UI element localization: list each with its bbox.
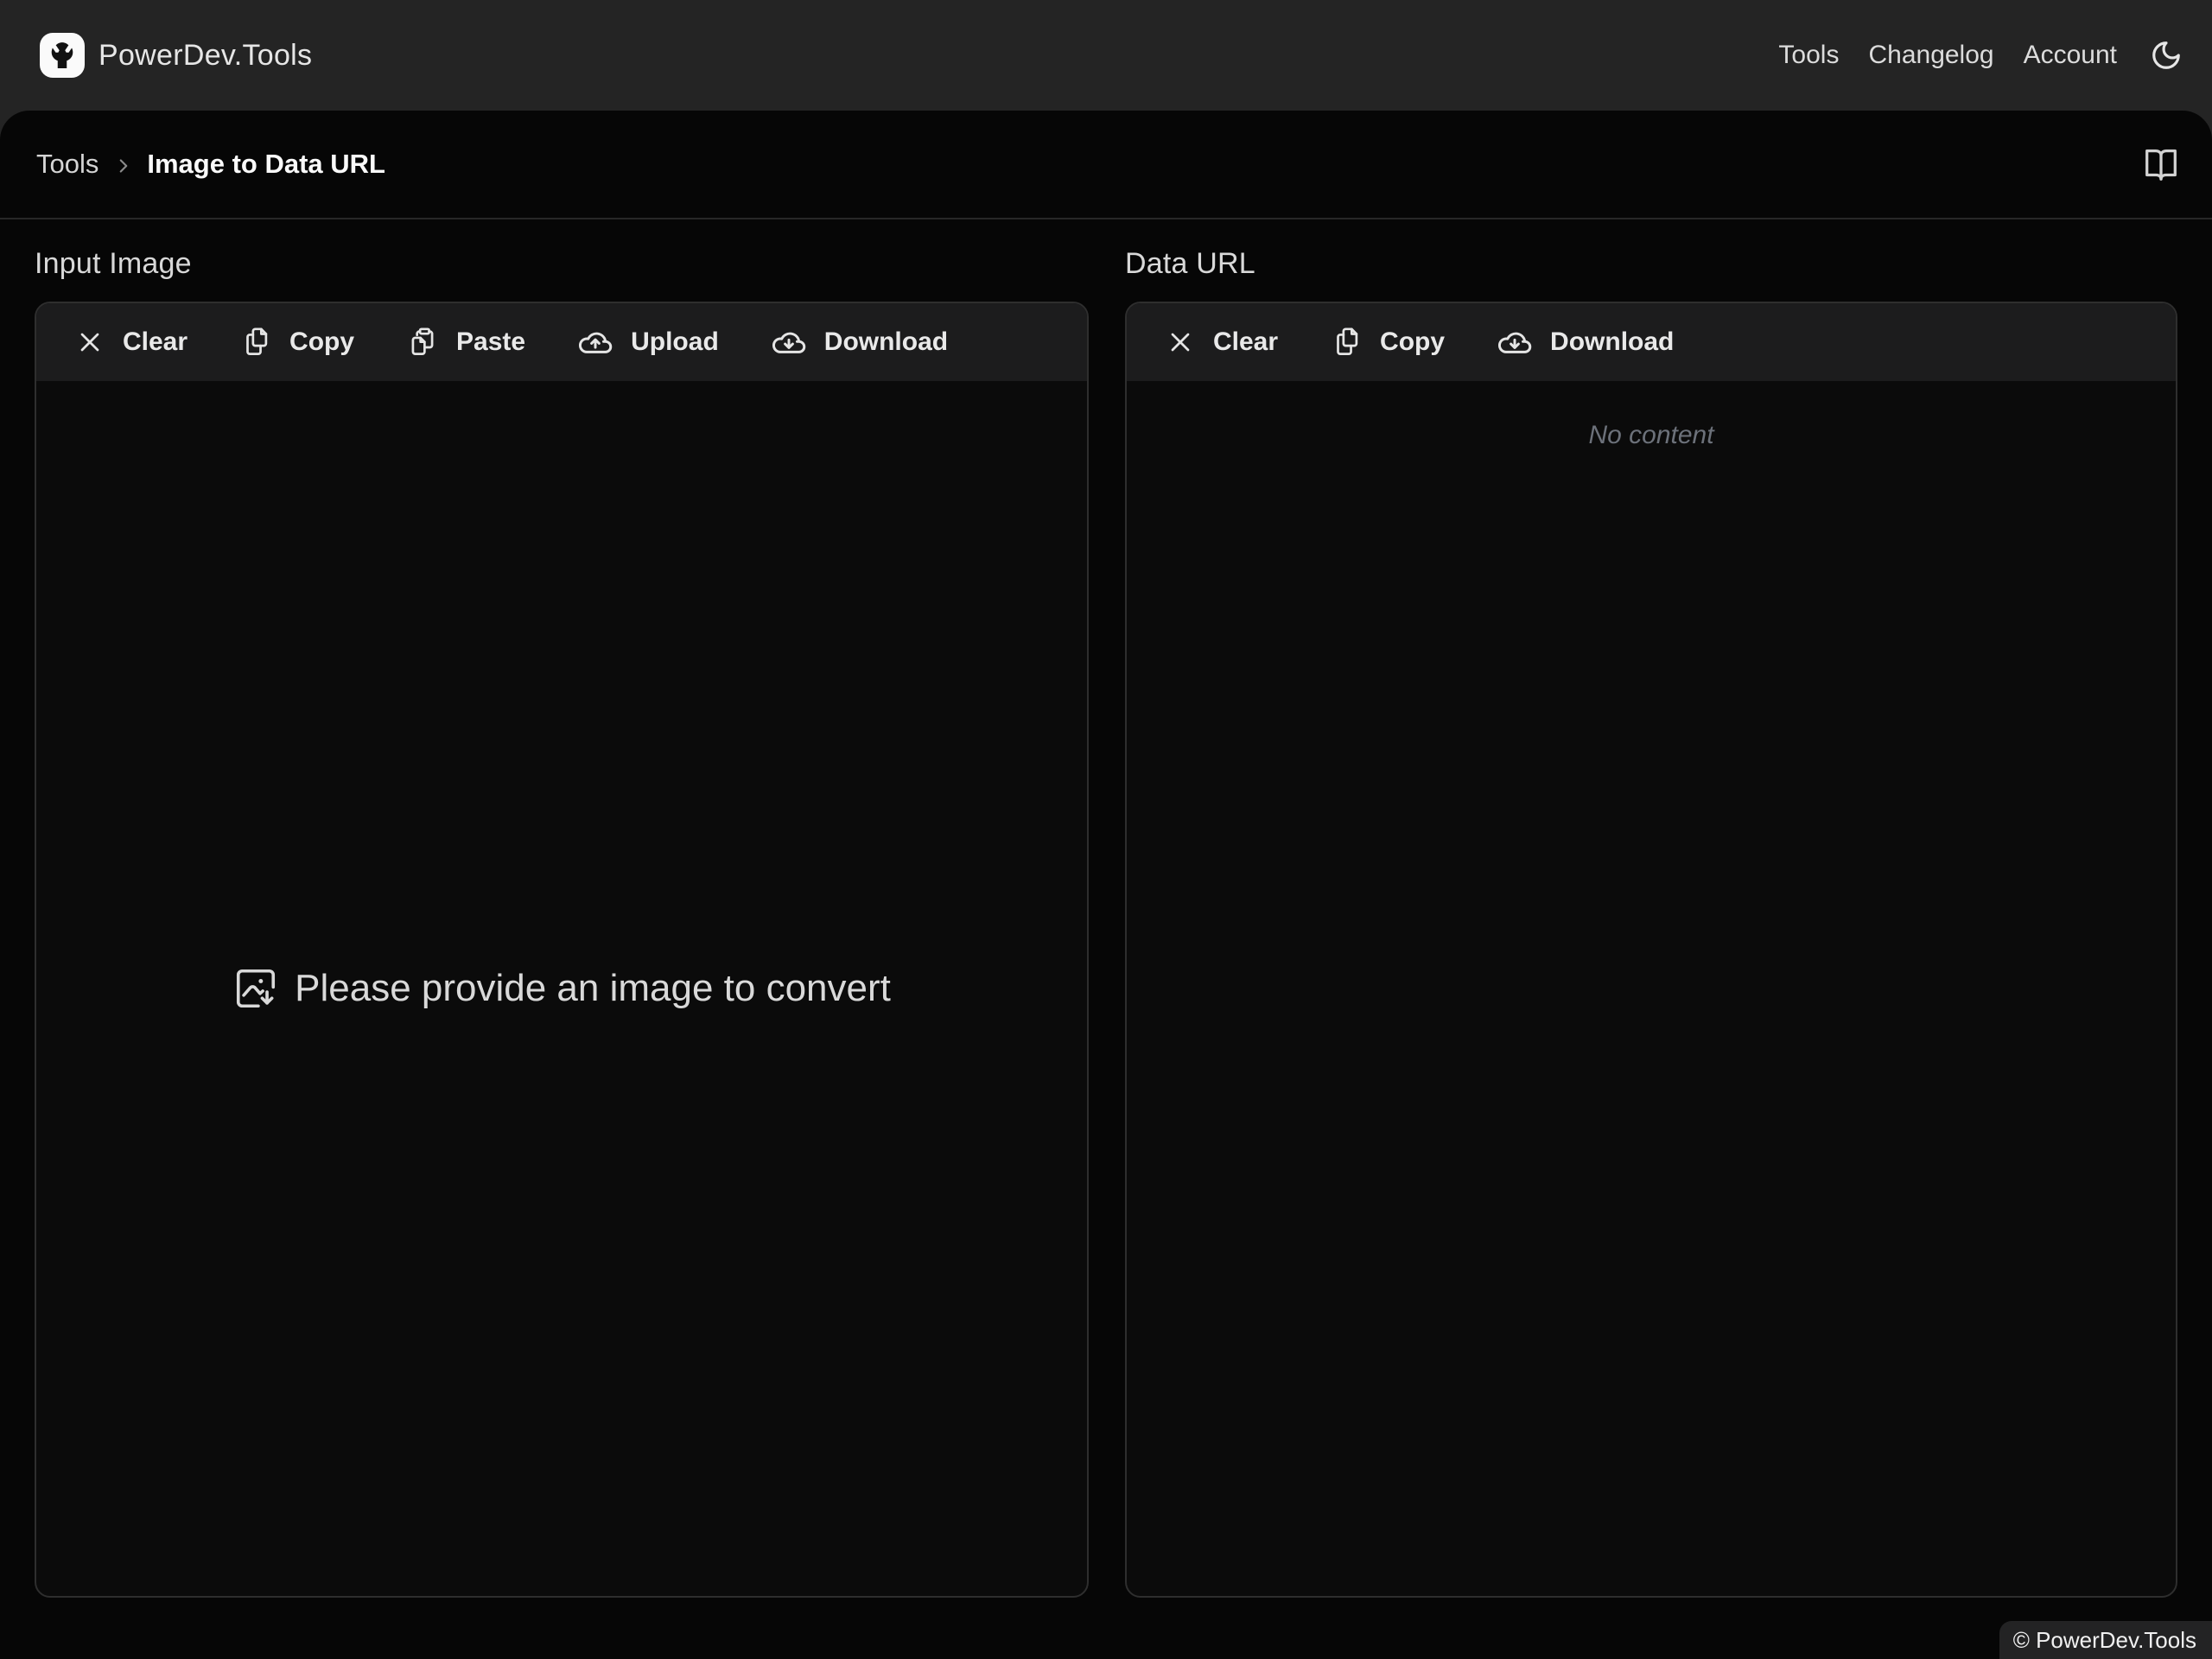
nav-account[interactable]: Account: [2024, 41, 2117, 70]
cloud-upload-icon: [577, 324, 613, 360]
button-label: Copy: [1380, 327, 1446, 356]
breadcrumb-tools-link[interactable]: Tools: [36, 149, 99, 180]
theme-toggle-button[interactable]: [2150, 39, 2183, 72]
output-empty-message: No content: [1588, 421, 1714, 449]
output-toolbar: Clear Copy Download: [1127, 303, 2176, 381]
button-label: Paste: [456, 327, 526, 356]
input-paste-button[interactable]: Paste: [380, 303, 551, 381]
image-down-icon: [232, 965, 279, 1012]
button-label: Copy: [289, 327, 355, 356]
copyright-badge: © PowerDev.Tools: [1999, 1621, 2212, 1659]
brand-link[interactable]: PowerDev.Tools: [40, 33, 312, 78]
input-clear-button[interactable]: Clear: [48, 303, 213, 381]
chevron-right-icon: [112, 155, 135, 177]
output-copy-button[interactable]: Copy: [1304, 303, 1471, 381]
button-label: Download: [823, 327, 949, 356]
input-empty-state: Please provide an image to convert: [36, 381, 1087, 1596]
breadcrumb: Tools Image to Data URL: [0, 111, 2212, 219]
input-dropzone[interactable]: Please provide an image to convert: [36, 381, 1087, 1596]
input-copy-button[interactable]: Copy: [213, 303, 380, 381]
app-logo: [40, 33, 85, 78]
copyright-text: © PowerDev.Tools: [2012, 1626, 2196, 1653]
button-label: Clear: [1213, 327, 1279, 356]
top-nav: Tools Changelog Account: [1778, 39, 2183, 72]
wrench-icon: [47, 40, 78, 71]
moon-icon: [2150, 39, 2183, 72]
output-clear-button[interactable]: Clear: [1139, 303, 1304, 381]
nav-changelog[interactable]: Changelog: [1868, 41, 1993, 70]
brand-name: PowerDev.Tools: [99, 38, 313, 72]
cloud-download-icon: [771, 324, 807, 360]
input-download-button[interactable]: Download: [745, 303, 974, 381]
main-content: Tools Image to Data URL Input Image Data…: [0, 111, 2212, 1659]
clipboard-paste-icon: [406, 326, 439, 359]
breadcrumb-current-page: Image to Data URL: [147, 149, 385, 179]
input-image-panel: Clear Copy Paste Upload Download Please …: [35, 302, 1089, 1598]
data-url-panel: Clear Copy Download No content: [1125, 302, 2177, 1598]
output-panel-title: Data URL: [1125, 247, 1255, 280]
app-header: PowerDev.Tools Tools Changelog Account: [0, 0, 2212, 111]
input-upload-button[interactable]: Upload: [551, 303, 745, 381]
docs-button[interactable]: [2141, 144, 2181, 184]
copy-pages-icon: [239, 326, 272, 359]
button-label: Download: [1550, 327, 1675, 356]
copy-pages-icon: [1330, 326, 1363, 359]
input-toolbar: Clear Copy Paste Upload Download: [36, 303, 1087, 381]
output-content-area: No content: [1127, 381, 2176, 1596]
input-panel-title: Input Image: [35, 247, 192, 280]
button-label: Upload: [631, 327, 719, 356]
nav-tools[interactable]: Tools: [1778, 41, 1839, 70]
book-open-icon: [2141, 144, 2181, 184]
x-icon: [1165, 327, 1196, 358]
cloud-download-icon: [1497, 324, 1533, 360]
workspace: Input Image Data URL Clear Copy Paste Up…: [0, 247, 2212, 1598]
output-download-button[interactable]: Download: [1471, 303, 1700, 381]
button-label: Clear: [123, 327, 188, 356]
input-empty-message: Please provide an image to convert: [295, 967, 891, 1009]
x-icon: [74, 327, 105, 358]
